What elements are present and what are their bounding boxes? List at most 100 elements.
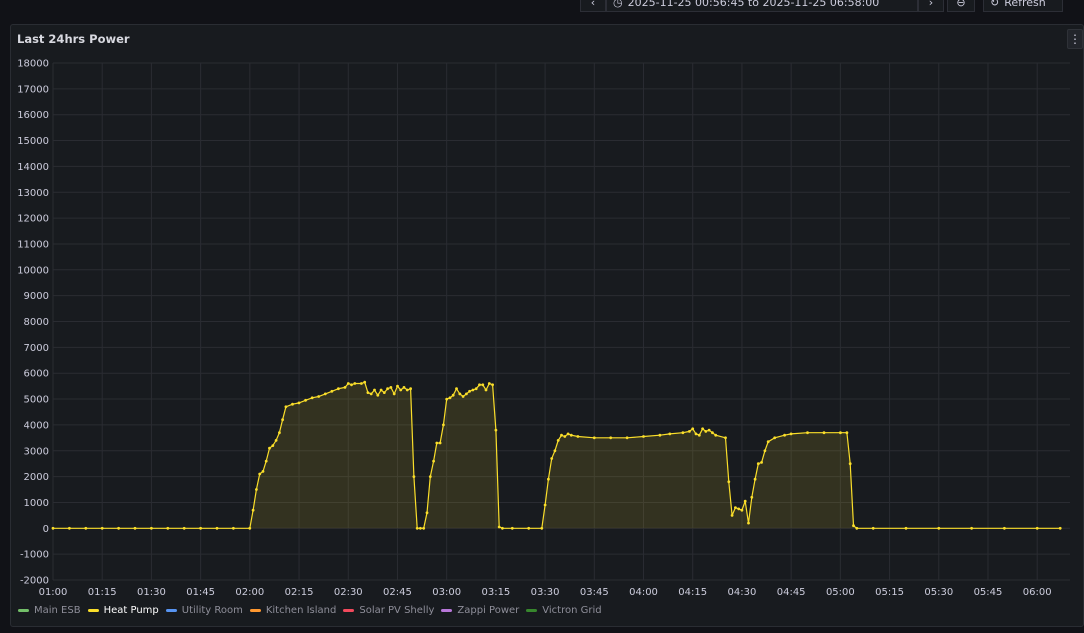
y-tick-label: -1000 — [20, 550, 49, 561]
data-point — [363, 380, 367, 384]
x-tick-label: 01:00 — [39, 587, 68, 598]
data-point — [783, 433, 786, 437]
legend-swatch — [526, 609, 538, 612]
x-tick-label: 05:15 — [875, 587, 904, 598]
y-tick-label: 17000 — [17, 84, 49, 95]
data-point — [379, 388, 383, 392]
legend-swatch — [343, 609, 355, 612]
data-point — [701, 427, 704, 431]
legend-swatch — [18, 609, 29, 612]
y-tick-label: 1000 — [24, 498, 49, 509]
data-point — [566, 432, 570, 436]
data-point — [353, 382, 357, 385]
x-tick-label: 05:30 — [924, 587, 953, 598]
data-point — [727, 480, 731, 484]
legend-item[interactable]: Heat Pump — [87, 605, 159, 616]
data-point — [251, 508, 255, 512]
data-point — [274, 439, 278, 442]
data-point — [465, 392, 468, 396]
data-point — [494, 428, 498, 432]
data-point — [763, 449, 767, 453]
data-point — [547, 477, 550, 481]
legend-label: Kitchen Island — [265, 605, 337, 616]
data-point — [310, 396, 314, 400]
y-tick-label: 7000 — [24, 343, 49, 354]
data-point — [323, 392, 327, 396]
data-point — [822, 431, 826, 435]
data-point — [455, 387, 458, 391]
data-point — [625, 436, 629, 440]
data-point — [760, 461, 763, 464]
y-tick-label: 0 — [43, 524, 49, 535]
y-tick-label: 9000 — [24, 291, 49, 302]
data-point — [681, 431, 685, 435]
data-point — [248, 526, 252, 530]
data-point — [481, 383, 485, 387]
data-point — [409, 387, 412, 391]
power-chart[interactable]: 18000 17000 16000 15000 14000 13000 12000 11000… — [0, 0, 1084, 633]
data-point — [904, 526, 908, 530]
data-point — [691, 427, 695, 431]
data-point — [560, 433, 563, 437]
legend-label: Heat Pump — [103, 605, 159, 616]
y-tick-label: 15000 — [17, 136, 49, 147]
data-point — [491, 383, 494, 387]
data-point — [839, 431, 842, 435]
legend-swatch — [165, 609, 177, 612]
data-point — [527, 526, 531, 530]
data-point — [970, 526, 973, 530]
data-point — [428, 475, 432, 478]
data-point — [563, 435, 567, 438]
data-point — [747, 521, 750, 525]
legend-item[interactable]: Zappi Power — [441, 605, 519, 616]
x-tick-label: 02:15 — [285, 587, 314, 598]
legend-item[interactable]: Utility Room — [165, 605, 243, 616]
y-tick-label: 6000 — [24, 369, 49, 380]
data-point — [694, 432, 698, 436]
data-point — [471, 388, 475, 392]
data-point — [369, 392, 373, 396]
y-tick-label: 14000 — [17, 162, 49, 173]
data-point — [442, 423, 445, 427]
legend-item[interactable]: Victron Grid — [526, 605, 602, 616]
legend-item[interactable]: Solar PV Shelly — [343, 605, 434, 616]
data-point — [1058, 526, 1062, 530]
legend-item[interactable]: Kitchen Island — [249, 605, 337, 616]
data-point — [478, 383, 481, 387]
data-point — [402, 386, 406, 389]
data-point — [337, 387, 340, 391]
data-point — [576, 435, 580, 438]
data-point — [789, 432, 793, 436]
data-point — [848, 462, 852, 466]
data-point — [806, 431, 809, 435]
chart-legend: Main ESB Heat Pump Utility Room Kitchen Isl… — [18, 605, 609, 616]
data-point — [392, 392, 396, 396]
data-point — [569, 433, 573, 437]
data-point — [255, 488, 258, 491]
legend-item[interactable]: Main ESB — [18, 605, 81, 616]
data-point — [376, 393, 380, 397]
data-point — [51, 526, 55, 530]
data-point — [382, 391, 386, 394]
y-tick-label: 13000 — [17, 188, 49, 199]
data-point — [271, 444, 275, 447]
data-point — [734, 506, 737, 509]
y-tick-label: 3000 — [24, 446, 49, 457]
data-point — [937, 526, 941, 530]
data-point — [133, 526, 137, 530]
data-point — [451, 393, 455, 397]
data-point — [445, 397, 449, 401]
data-point — [317, 395, 321, 398]
y-tick-label: 16000 — [17, 110, 49, 121]
data-point — [232, 526, 235, 530]
data-point — [510, 526, 514, 530]
x-tick-label: 05:45 — [974, 587, 1003, 598]
y-tick-label: -2000 — [20, 576, 49, 587]
data-point — [346, 382, 350, 385]
data-point — [773, 436, 777, 440]
x-tick-label: 03:30 — [531, 587, 560, 598]
data-point — [845, 431, 849, 435]
data-point — [291, 402, 294, 406]
data-point — [399, 388, 403, 392]
legend-swatch — [87, 609, 99, 612]
